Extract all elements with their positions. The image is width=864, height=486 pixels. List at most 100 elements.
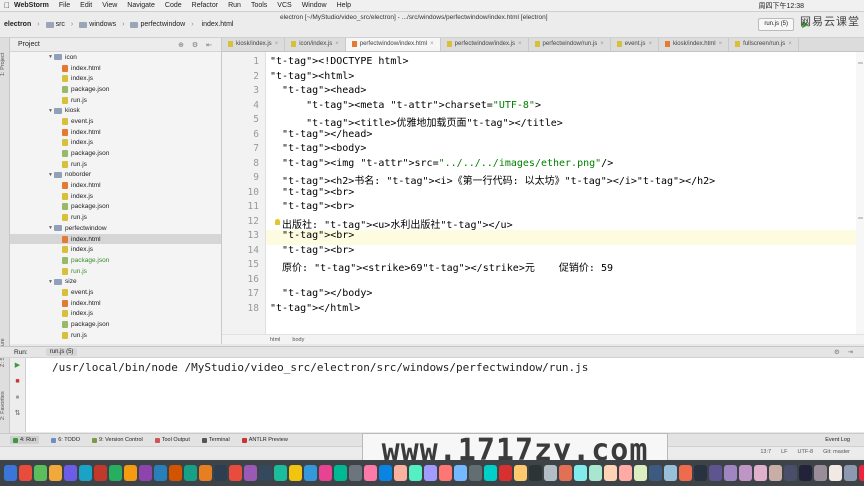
code-line[interactable]: "t-tag"></body> <box>270 288 372 303</box>
dock-app-icon[interactable] <box>844 465 857 481</box>
dock-app-icon[interactable] <box>694 465 707 481</box>
restore-layout-icon[interactable]: ⇅ <box>13 410 22 418</box>
dock-app-icon[interactable] <box>169 465 182 481</box>
tree-file[interactable]: package.json <box>10 148 221 159</box>
close-tab-icon[interactable]: × <box>600 41 604 51</box>
menu-help[interactable]: Help <box>337 2 351 9</box>
project-panel-title[interactable]: Project <box>18 41 40 48</box>
terminal-tool-window[interactable]: Terminal <box>201 437 230 443</box>
menu-refactor[interactable]: Refactor <box>192 2 218 9</box>
tool-output-window[interactable]: Tool Output <box>154 437 190 443</box>
pause-icon[interactable]: ⏸ <box>13 394 22 402</box>
dock-app-icon[interactable] <box>349 465 362 481</box>
dock-app-icon[interactable] <box>454 465 467 481</box>
dock-app-icon[interactable] <box>619 465 632 481</box>
line-separator[interactable]: LF <box>781 449 787 455</box>
dock-app-icon[interactable] <box>244 465 257 481</box>
dock-app-icon[interactable] <box>664 465 677 481</box>
tree-file[interactable]: package.json <box>10 202 221 213</box>
dock-app-icon[interactable] <box>514 465 527 481</box>
run-tool-window[interactable]: 4: Run <box>10 436 40 444</box>
code-editor[interactable]: 1 2 3 4 5 6 7 8 9 10 11 12 13 14 15 16 17 18 "t-tag"><!DO… <box>222 52 864 334</box>
dock-app-icon[interactable] <box>379 465 392 481</box>
menu-view[interactable]: View <box>102 2 117 9</box>
editor-tab[interactable]: kiosk/index.js × <box>222 38 286 51</box>
dock-app-icon[interactable] <box>649 465 662 481</box>
dock-app-icon[interactable] <box>94 465 107 481</box>
dock-app-icon[interactable] <box>19 465 32 481</box>
tree-file[interactable]: package.json <box>10 255 221 266</box>
dock-app-icon[interactable] <box>859 465 864 481</box>
app-menu[interactable]: WebStorm <box>14 2 49 9</box>
file-encoding[interactable]: UTF-8 <box>798 449 814 455</box>
tree-file[interactable]: index.html <box>10 298 221 309</box>
crumb-file[interactable]: index.html <box>200 21 234 28</box>
dock-app-icon[interactable] <box>304 465 317 481</box>
dock-app-icon[interactable] <box>409 465 422 481</box>
code-line[interactable]: "t-tag"><br> <box>270 201 354 216</box>
menu-window[interactable]: Window <box>302 2 327 9</box>
editor-scrollbar[interactable] <box>856 52 864 334</box>
menu-navigate[interactable]: Navigate <box>127 2 155 9</box>
dock-app-icon[interactable] <box>439 465 452 481</box>
dock-app-icon[interactable] <box>559 465 572 481</box>
lightbulb-icon[interactable] <box>275 219 280 225</box>
dock-app-icon[interactable] <box>214 465 227 481</box>
run-tab[interactable]: run.js (5) <box>45 348 78 356</box>
breadcrumb-body[interactable]: body <box>292 337 304 343</box>
editor-tab[interactable]: event.js × <box>611 38 659 51</box>
code-line[interactable]: "t-tag"><html> <box>270 71 354 86</box>
close-tab-icon[interactable]: × <box>275 41 279 51</box>
code-line[interactable]: "t-tag"><br> <box>270 230 354 245</box>
tree-file[interactable]: run.js <box>10 212 221 223</box>
dock-app-icon[interactable] <box>544 465 557 481</box>
dock-app-icon[interactable] <box>229 465 242 481</box>
dock-app-icon[interactable] <box>199 465 212 481</box>
dock-app-icon[interactable] <box>124 465 137 481</box>
tree-file[interactable]: index.js <box>10 309 221 320</box>
dock-app-icon[interactable] <box>139 465 152 481</box>
editor-tab[interactable]: perfectwindow/index.html × <box>345 38 441 51</box>
todo-tool-window[interactable]: 6: TODO <box>51 437 80 443</box>
menu-code[interactable]: Code <box>165 2 182 9</box>
dock-app-icon[interactable] <box>589 465 602 481</box>
menu-edit[interactable]: Edit <box>80 2 92 9</box>
tree-file[interactable]: index.html <box>10 233 221 245</box>
apple-icon[interactable]:  <box>0 1 14 10</box>
dock-app-icon[interactable] <box>499 465 512 481</box>
dock-app-icon[interactable] <box>604 465 617 481</box>
dock-app-icon[interactable] <box>259 465 272 481</box>
dock-app-icon[interactable] <box>184 465 197 481</box>
breadcrumb-html[interactable]: html <box>270 337 280 343</box>
tree-file[interactable]: run.js <box>10 159 221 170</box>
code-line[interactable]: "t-tag"><!DOCTYPE html> <box>270 56 408 71</box>
dock-app-icon[interactable] <box>529 465 542 481</box>
dock-app-icon[interactable] <box>709 465 722 481</box>
editor-tab[interactable]: perfectwindow/index.js × <box>441 38 529 51</box>
tree-file[interactable]: index.js <box>10 244 221 255</box>
caret-position[interactable]: 13:7 <box>760 449 771 455</box>
dock-app-icon[interactable] <box>724 465 737 481</box>
tree-file[interactable]: index.js <box>10 191 221 202</box>
dock-app-icon[interactable] <box>79 465 92 481</box>
clock[interactable]: 周四下午12:38 <box>758 1 804 11</box>
close-tab-icon[interactable]: × <box>719 41 723 51</box>
dock-app-icon[interactable] <box>469 465 482 481</box>
dock-app-icon[interactable] <box>154 465 167 481</box>
rerun-icon[interactable]: ▶ <box>13 362 22 370</box>
tree-file[interactable]: package.json <box>10 84 221 95</box>
menu-file[interactable]: File <box>59 2 70 9</box>
crumb-windows[interactable]: windows <box>79 21 116 28</box>
panel-settings-icon[interactable]: ⚙ ⇥ <box>834 348 856 356</box>
vcs-tool-window[interactable]: 9: Version Control <box>92 437 143 443</box>
dock-app-icon[interactable] <box>274 465 287 481</box>
dock-app-icon[interactable] <box>634 465 647 481</box>
tree-file[interactable]: run.js <box>10 330 221 341</box>
close-tab-icon[interactable]: × <box>335 41 339 51</box>
menu-tools[interactable]: Tools <box>251 2 267 9</box>
code-line[interactable]: "t-tag"><img "t-attr">src="../../../imag… <box>270 158 613 173</box>
tree-file[interactable]: run.js <box>10 266 221 277</box>
dock-app-icon[interactable] <box>574 465 587 481</box>
run-console[interactable]: /usr/local/bin/node /MyStudio/video_src/… <box>26 358 864 432</box>
dock-app-icon[interactable] <box>784 465 797 481</box>
